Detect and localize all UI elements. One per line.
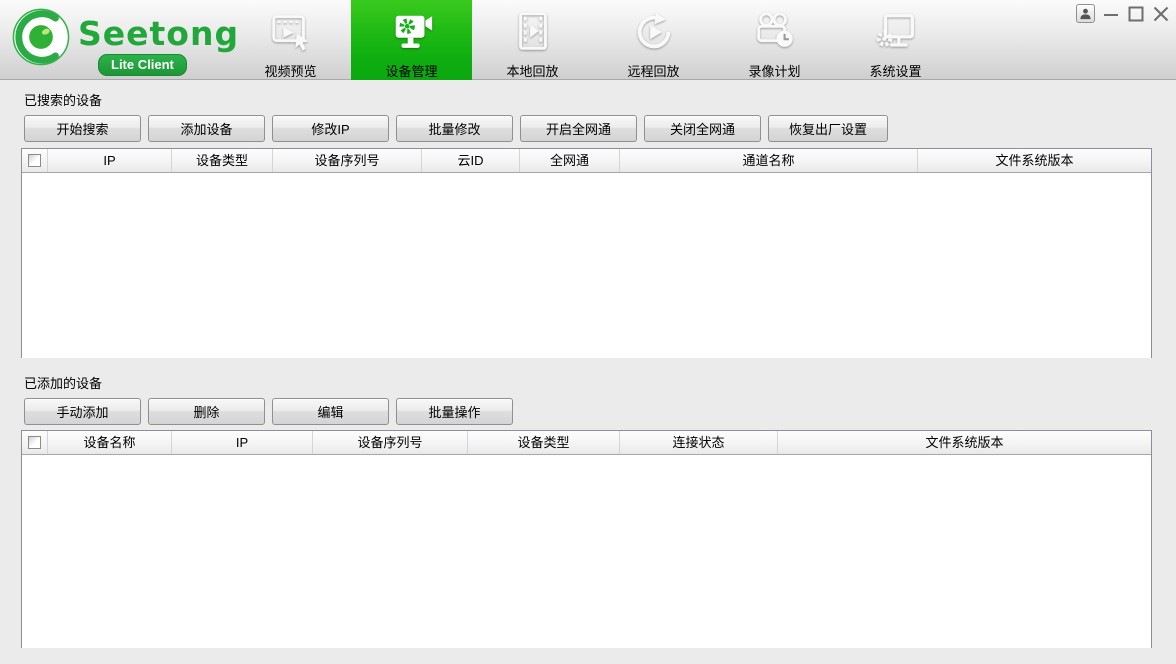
brand-name: Seetong xyxy=(78,14,239,53)
maximize-icon[interactable] xyxy=(1127,4,1145,29)
seetong-logo-icon xyxy=(12,8,70,66)
tab-label: 录像计划 xyxy=(748,61,800,80)
factory-reset-button[interactable]: 恢复出厂设置 xyxy=(768,115,888,142)
edit-button[interactable]: 编辑 xyxy=(272,398,389,425)
searched-devices-toolbar: 开始搜索 添加设备 修改IP 批量修改 开启全网通 关闭全网通 恢复出厂设置 xyxy=(24,115,895,142)
tab-remote-playback[interactable]: 远程回放 xyxy=(593,0,714,80)
video-preview-icon xyxy=(267,8,315,56)
tab-label: 设备管理 xyxy=(385,61,437,80)
disable-cloud-button[interactable]: 关闭全网通 xyxy=(644,115,761,142)
column-channel-name: 通道名称 xyxy=(620,149,918,172)
seetong-lite-client-window: Seetong Lite Client 视频预览 xyxy=(0,0,1176,664)
select-all-checkbox[interactable] xyxy=(28,154,41,167)
add-device-button[interactable]: 添加设备 xyxy=(148,115,265,142)
batch-modify-button[interactable]: 批量修改 xyxy=(396,115,513,142)
column-filesystem-version: 文件系统版本 xyxy=(778,431,1151,454)
tab-record-plan[interactable]: 录像计划 xyxy=(714,0,835,80)
tab-system-settings[interactable]: 系统设置 xyxy=(835,0,956,80)
app-logo: Seetong Lite Client xyxy=(12,8,222,74)
added-devices-toolbar: 手动添加 删除 编辑 批量操作 xyxy=(24,398,520,425)
select-all-checkbox-cell xyxy=(22,149,48,172)
column-device-serial: 设备序列号 xyxy=(273,149,422,172)
searched-devices-table: IP 设备类型 设备序列号 云ID 全网通 通道名称 文件系统版本 xyxy=(21,148,1152,358)
searched-devices-table-body xyxy=(22,173,1151,358)
tab-video-preview[interactable]: 视频预览 xyxy=(230,0,351,80)
tab-label: 视频预览 xyxy=(264,61,316,80)
modify-ip-button[interactable]: 修改IP xyxy=(272,115,389,142)
batch-operation-button[interactable]: 批量操作 xyxy=(396,398,513,425)
tab-label: 系统设置 xyxy=(869,61,921,80)
select-all-checkbox-cell xyxy=(22,431,48,454)
column-device-serial: 设备序列号 xyxy=(313,431,468,454)
local-playback-icon xyxy=(509,8,557,56)
tab-local-playback[interactable]: 本地回放 xyxy=(472,0,593,80)
column-cloud-id: 云ID xyxy=(422,149,520,172)
tab-label: 远程回放 xyxy=(627,61,679,80)
lite-client-badge: Lite Client xyxy=(98,54,187,76)
added-devices-title: 已添加的设备 xyxy=(24,373,102,392)
added-devices-table-header: 设备名称 IP 设备序列号 设备类型 连接状态 文件系统版本 xyxy=(22,431,1151,455)
column-ip: IP xyxy=(48,149,172,172)
select-all-checkbox[interactable] xyxy=(28,436,41,449)
enable-cloud-button[interactable]: 开启全网通 xyxy=(520,115,637,142)
tab-label: 本地回放 xyxy=(506,61,558,80)
column-device-name: 设备名称 xyxy=(48,431,172,454)
remote-playback-icon xyxy=(630,8,678,56)
column-ip: IP xyxy=(172,431,313,454)
searched-devices-table-header: IP 设备类型 设备序列号 云ID 全网通 通道名称 文件系统版本 xyxy=(22,149,1151,173)
column-device-type: 设备类型 xyxy=(172,149,273,172)
main-nav: 视频预览 设备管理 xyxy=(230,0,956,80)
start-search-button[interactable]: 开始搜索 xyxy=(24,115,141,142)
column-device-type: 设备类型 xyxy=(468,431,620,454)
column-cloud-enabled: 全网通 xyxy=(520,149,620,172)
column-filesystem-version: 文件系统版本 xyxy=(918,149,1151,172)
added-devices-table-body xyxy=(22,455,1151,648)
searched-devices-title: 已搜索的设备 xyxy=(24,90,102,109)
titlebar: Seetong Lite Client 视频预览 xyxy=(0,0,1176,80)
window-controls xyxy=(1069,4,1170,29)
tab-device-management[interactable]: 设备管理 xyxy=(351,0,472,80)
system-settings-icon xyxy=(872,8,920,56)
close-icon[interactable] xyxy=(1152,4,1170,29)
user-account-icon[interactable] xyxy=(1076,4,1095,23)
device-management-icon xyxy=(388,8,436,56)
manual-add-button[interactable]: 手动添加 xyxy=(24,398,141,425)
delete-button[interactable]: 删除 xyxy=(148,398,265,425)
minimize-icon[interactable] xyxy=(1102,4,1120,29)
record-plan-icon xyxy=(751,8,799,56)
added-devices-table: 设备名称 IP 设备序列号 设备类型 连接状态 文件系统版本 xyxy=(21,430,1152,648)
column-connection-status: 连接状态 xyxy=(620,431,778,454)
